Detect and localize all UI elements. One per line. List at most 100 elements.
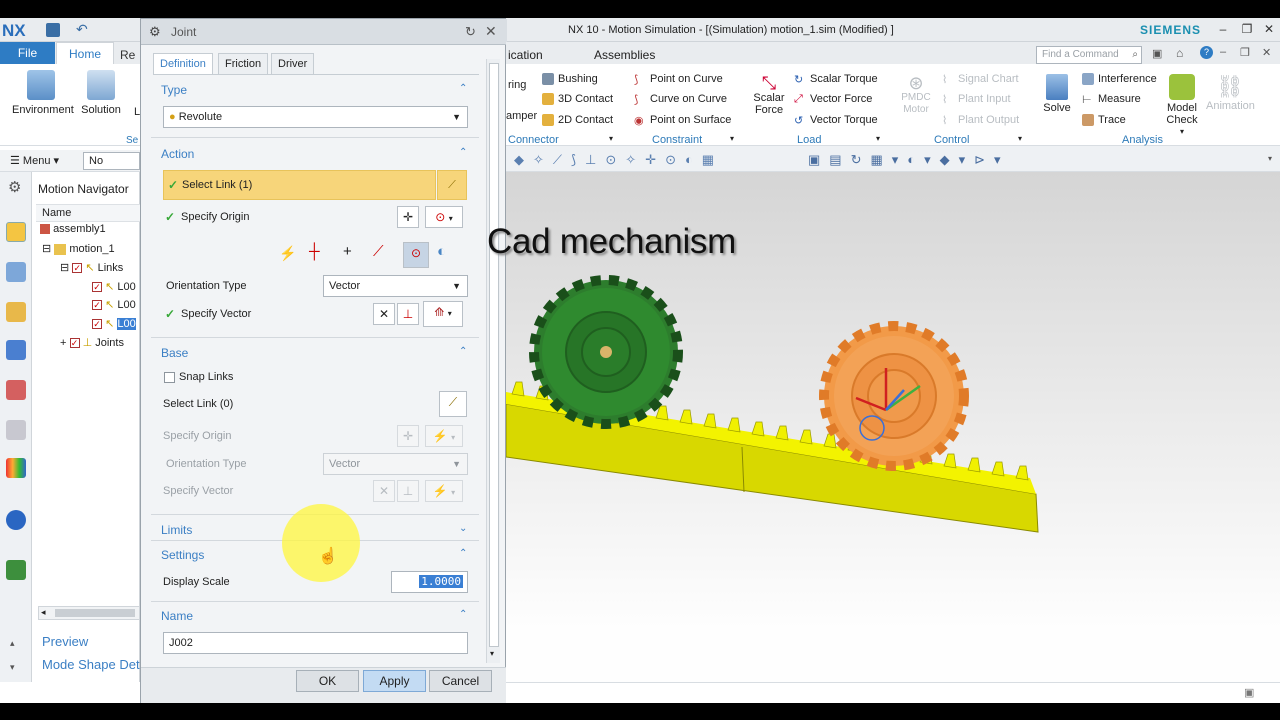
signal-chart-button[interactable]: ⌇ Signal Chart [942, 73, 1019, 86]
history-icon[interactable] [6, 560, 26, 580]
solve-button[interactable]: Solve [1040, 74, 1074, 114]
plant-output-button[interactable]: ⌇ Plant Output [942, 114, 1019, 127]
type-section-header[interactable]: Type [161, 83, 187, 97]
undo-icon[interactable]: ↶ [76, 21, 88, 38]
mode-shape-section[interactable]: Mode Shape Det [42, 657, 140, 672]
interference-button[interactable]: Interference [1082, 73, 1157, 86]
reset-icon[interactable]: ↻ [465, 24, 476, 40]
view-tools-icons[interactable]: ▣▤↻▦▾◐▾◆▾⊳▾ [808, 152, 1010, 168]
dialog-scrollbar[interactable]: ▾ [486, 59, 500, 663]
point-on-surface-button[interactable]: ◉ Point on Surface [634, 114, 731, 127]
bushing-button[interactable]: Bushing [542, 73, 598, 86]
collapse-settings-icon[interactable]: ⌃ [459, 548, 467, 559]
model-check-button[interactable]: Model Check ▾ [1162, 74, 1202, 138]
scroll-thumb[interactable] [489, 63, 499, 647]
tab-home[interactable]: Home [56, 42, 114, 64]
settings-gear-icon[interactable]: ⚙ [8, 178, 21, 196]
pmdc-motor-button[interactable]: ⊛ PMDC Motor [898, 74, 934, 116]
base-point-dialog-button[interactable]: ✛ [397, 425, 419, 447]
collapse-name-icon[interactable]: ⌃ [459, 609, 467, 620]
visibility-checkbox[interactable]: ✓ [69, 338, 80, 349]
command-finder-input[interactable]: Find a Command ⌕ [1036, 46, 1142, 64]
apply-button[interactable]: Apply [363, 670, 426, 692]
base-orientation-type-dropdown[interactable]: Vector ▼ [323, 453, 468, 475]
settings-section-header[interactable]: Settings [161, 548, 204, 562]
measure-button[interactable]: ⊢ Measure [1082, 93, 1141, 106]
vector-force-button[interactable]: ⤢ Vector Force [794, 93, 872, 105]
base-reverse-direction-button[interactable]: ✕ [373, 480, 395, 502]
collapse-icon[interactable]: ⊟ [42, 243, 51, 255]
tree-item-motion[interactable]: ⊟ motion_1 [42, 242, 115, 255]
assembly-navigator-icon[interactable] [6, 262, 26, 282]
tab-definition[interactable]: Definition [153, 53, 213, 75]
inferred-point-icon[interactable]: ⚡ [279, 245, 296, 262]
solution-button[interactable]: Solution [74, 70, 128, 116]
visibility-checkbox[interactable]: ✓ [92, 300, 102, 311]
minimize-icon[interactable]: ‒ [1214, 22, 1232, 38]
menu-button[interactable]: ☰ Menu ▾ [10, 154, 59, 167]
help-icon[interactable]: ? [1200, 46, 1213, 59]
name-section-header[interactable]: Name [161, 609, 193, 623]
plant-input-button[interactable]: ⌇ Plant Input [942, 93, 1011, 106]
tree-item-assembly[interactable]: assembly1 [40, 223, 106, 235]
constraint-more-icon[interactable]: ▾ [730, 134, 734, 143]
motion-navigator-icon[interactable] [6, 222, 26, 242]
end-point-icon[interactable]: ⟋ [373, 243, 384, 260]
base-vector-dialog-button[interactable]: ⊥ [397, 480, 419, 502]
base-point-type-dropdown[interactable]: ⚡ ▾ [425, 425, 463, 447]
tab-friction[interactable]: Friction [218, 53, 269, 75]
existing-point-icon[interactable]: + [343, 243, 352, 260]
selection-tools-icons[interactable]: ◆✧⟋⟆⊥⊙✧✛⊙◐▦ [514, 152, 723, 168]
limits-section-header[interactable]: Limits [161, 523, 192, 537]
reuse-library-icon[interactable] [6, 380, 26, 400]
arc-center-button[interactable]: ⊙ [403, 242, 429, 268]
full-screen-icon[interactable]: ▣ [1244, 686, 1254, 699]
collapse-action-icon[interactable]: ⌃ [459, 147, 467, 158]
scalar-torque-button[interactable]: ↻ Scalar Torque [794, 73, 878, 86]
base-vector-type-dropdown[interactable]: ⚡ ▾ [425, 480, 463, 502]
scroll-left-icon[interactable]: ◂ [41, 607, 46, 618]
scroll-down-icon[interactable]: ▾ [490, 649, 494, 658]
tree-item-link-3[interactable]: ✓ ↖ L00 [92, 317, 136, 330]
snap-links-checkbox[interactable] [164, 372, 175, 383]
cursor-location-icon[interactable]: ┼ [309, 243, 320, 260]
restore-icon[interactable]: ❐ [1238, 22, 1256, 38]
2d-contact-button[interactable]: 2D Contact [542, 114, 613, 127]
toolbar-more-icon[interactable]: ▾ [1268, 154, 1272, 163]
navigator-column-header[interactable]: Name [36, 204, 140, 222]
hd3d-tools-icon[interactable] [6, 420, 26, 440]
part-navigator-icon[interactable] [6, 302, 26, 322]
save-icon[interactable] [46, 23, 60, 37]
constraint-navigator-icon[interactable] [6, 340, 26, 360]
tab-application[interactable]: ication [508, 48, 543, 62]
point-on-curve-button[interactable]: ⟆ Point on Curve [634, 73, 723, 86]
strip-scroll-down-icon[interactable]: ▾ [10, 662, 15, 673]
ribbon-collapse-icon[interactable]: ⌂ [1176, 46, 1183, 60]
point-type-dropdown[interactable]: ⊙ ▾ [425, 206, 463, 228]
visibility-checkbox[interactable]: ✓ [72, 263, 83, 274]
preview-section[interactable]: Preview [42, 634, 88, 649]
model-check-dropdown-icon[interactable]: ▾ [1162, 126, 1202, 138]
select-link-button[interactable]: ⟋ [437, 170, 467, 200]
spring-partial-button[interactable]: ring [508, 79, 526, 91]
strip-scroll-up-icon[interactable]: ▴ [10, 638, 15, 649]
tab-assemblies[interactable]: Assemblies [594, 48, 655, 62]
curve-on-curve-button[interactable]: ⟆ Curve on Curve [634, 93, 727, 106]
collapse-base-icon[interactable]: ⌃ [459, 346, 467, 357]
tree-item-link-1[interactable]: ✓ ↖ L00 [92, 280, 136, 293]
tab-file[interactable]: File [0, 42, 55, 64]
web-browser-icon[interactable] [6, 510, 26, 530]
expand-icon[interactable]: + [60, 337, 66, 349]
display-scale-input[interactable]: 1.0000 [391, 571, 468, 593]
tree-item-link-2[interactable]: ✓ ↖ L00 [92, 298, 136, 311]
collapse-type-icon[interactable]: ⌃ [459, 83, 467, 94]
visibility-checkbox[interactable]: ✓ [92, 282, 102, 293]
collapse-icon[interactable]: ⊟ [60, 262, 69, 274]
vector-torque-button[interactable]: ↺ Vector Torque [794, 114, 878, 127]
ok-button[interactable]: OK [296, 670, 359, 692]
vector-type-dropdown[interactable]: ⟰ ▾ [423, 301, 463, 327]
select-link-row[interactable]: ✓ Select Link (1) [163, 170, 436, 200]
expand-limits-icon[interactable]: ⌄ [459, 523, 467, 534]
vector-dialog-button[interactable]: ⊥ [397, 303, 419, 325]
cancel-button[interactable]: Cancel [429, 670, 492, 692]
